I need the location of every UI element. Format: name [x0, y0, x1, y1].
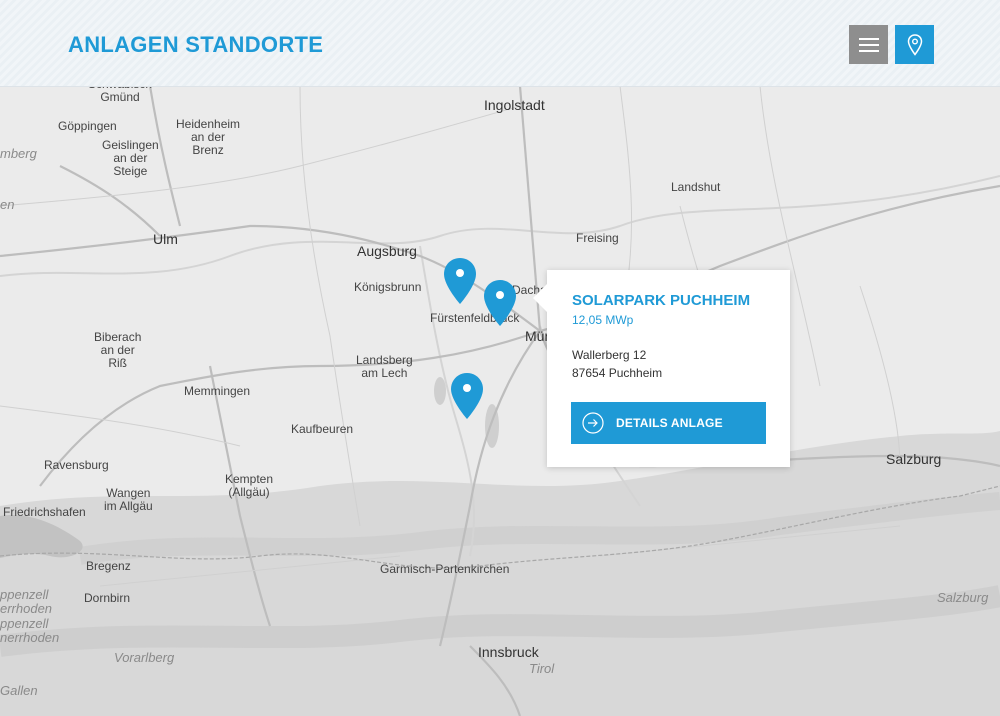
details-button[interactable]: DETAILS ANLAGE — [571, 402, 766, 444]
popup-arrow — [533, 284, 547, 312]
label-bregenz: Bregenz — [86, 559, 131, 573]
arrow-right-circle-icon — [582, 412, 604, 434]
label-gallen: Gallen — [0, 683, 38, 698]
details-button-label: DETAILS ANLAGE — [616, 416, 723, 430]
label-tirol: Tirol — [529, 661, 555, 676]
label-garmisch: Garmisch-Partenkirchen — [380, 562, 510, 576]
label-kaufbeuren: Kaufbeuren — [291, 422, 354, 436]
map-marker[interactable] — [483, 279, 517, 327]
label-friedrichshafen: Friedrichshafen — [3, 505, 86, 519]
label-schwabisch-gmund: Schwäbisch Gmünd — [88, 86, 152, 105]
label-konigsbrunn: Königsbrunn — [354, 280, 422, 294]
label-wangen: Wangen im Allgäu — [104, 486, 153, 514]
map-marker[interactable] — [450, 372, 484, 420]
popup-street: Wallerberg 12 — [572, 348, 647, 362]
map-base-layer — [0, 86, 1000, 716]
label-memmingen: Memmingen — [184, 384, 251, 398]
label-innsbruck: Innsbruck — [478, 644, 539, 660]
label-vorarlberg: Vorarlberg — [114, 650, 175, 665]
label-landshut: Landshut — [671, 180, 721, 194]
label-salzburg: Salzburg — [886, 451, 942, 467]
map-marker[interactable] — [443, 257, 477, 305]
label-kempten: Kempten (Allgäu) — [225, 472, 274, 500]
header: ANLAGEN STANDORTE — [0, 0, 1000, 87]
label-heidenheim: Heidenheim an der Brenz — [176, 117, 241, 158]
label-landsberg: Landsberg am Lech — [356, 353, 413, 381]
location-button[interactable] — [895, 25, 934, 64]
map-pin-icon — [907, 33, 922, 56]
label-goppingen: Göppingen — [58, 119, 117, 133]
hamburger-menu-icon — [858, 37, 879, 52]
popup-title: SOLARPARK PUCHHEIM — [572, 292, 751, 309]
menu-button[interactable] — [849, 25, 888, 64]
label-ingolstadt: Ingolstadt — [484, 97, 545, 113]
popup-city: 87654 Puchheim — [572, 366, 663, 380]
label-augsburg: Augsburg — [357, 243, 417, 259]
label-freising: Freising — [576, 231, 619, 245]
label-salzburg-region: Salzburg — [937, 590, 989, 605]
page-title: ANLAGEN STANDORTE — [68, 32, 324, 57]
label-left-edge: en — [0, 197, 15, 212]
label-ulm: Ulm — [153, 231, 178, 247]
label-biberach: Biberach an der Riß — [94, 330, 142, 371]
label-ravensburg: Ravensburg — [44, 458, 109, 472]
location-info-popup: SOLARPARK PUCHHEIM 12,05 MWp Wallerberg … — [533, 270, 790, 467]
map[interactable]: Schwäbisch Gmünd Göppingen Heidenheim an… — [0, 86, 1000, 716]
label-wurttemberg-edge: mberg — [0, 146, 37, 161]
label-dornbirn: Dornbirn — [84, 591, 131, 605]
label-appenzell: ppenzell errhoden ppenzell nerrhoden — [0, 587, 60, 645]
label-geislingen: Geislingen an der Steige — [102, 138, 159, 179]
popup-capacity: 12,05 MWp — [572, 313, 634, 327]
